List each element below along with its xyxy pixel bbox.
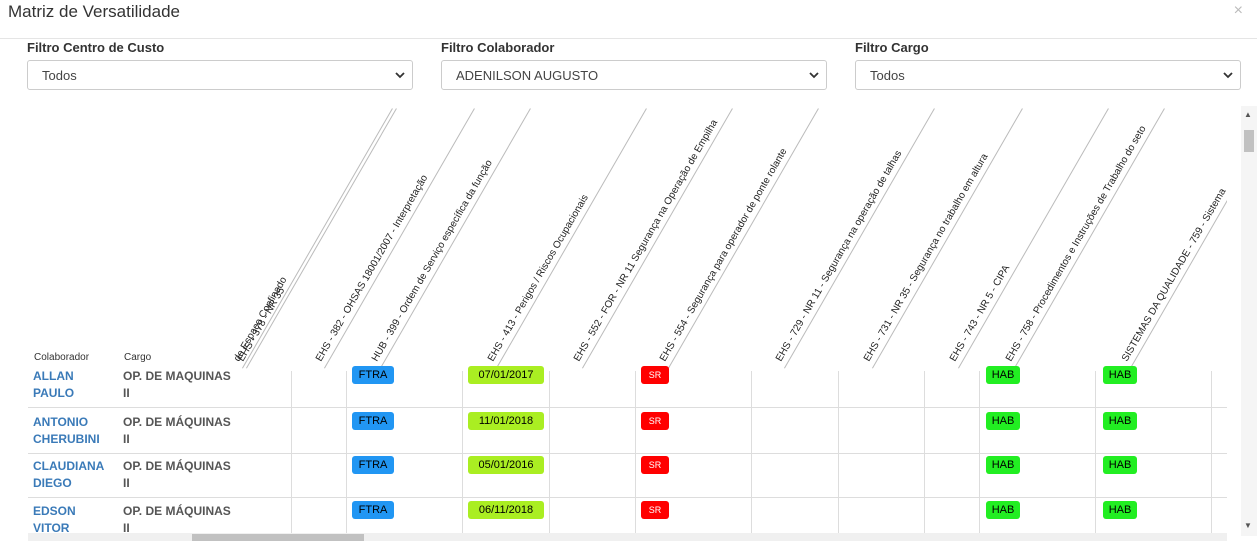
row-divider — [28, 453, 1227, 454]
hab-badge: HAB — [986, 366, 1020, 384]
modal-header: Matriz de Versatilidade × — [0, 0, 1257, 39]
employee-name-link[interactable]: EDSON VITOR — [33, 503, 113, 536]
centro-custo-select[interactable]: Todos — [27, 60, 413, 90]
date-badge: 11/01/2018 — [468, 412, 544, 430]
employee-name-link[interactable]: ALLAN PAULO — [33, 368, 113, 402]
filter-label: Filtro Cargo — [855, 40, 929, 55]
versatility-matrix: Colaborador Cargo de Espaço Confinado EHS… — [0, 106, 1227, 536]
select-value: Todos — [42, 68, 77, 83]
cargo-column-header: Cargo — [124, 352, 152, 363]
sr-badge: SR — [641, 456, 669, 474]
hab-badge: HAB — [1103, 501, 1137, 519]
ftra-badge: FTRA — [352, 366, 394, 384]
cargo-select[interactable]: Todos — [855, 60, 1241, 90]
date-badge: 05/01/2016 — [468, 456, 544, 474]
date-badge: 07/01/2017 — [468, 366, 544, 384]
course-column-header: EHS - 378 - NR 35 — [236, 285, 288, 364]
hab-badge: HAB — [986, 456, 1020, 474]
hab-badge: HAB — [986, 501, 1020, 519]
row-divider — [28, 407, 1227, 408]
employee-cargo: OP. DE MÁQUINAS II — [123, 459, 231, 490]
modal-title: Matriz de Versatilidade — [8, 2, 180, 21]
header-divider — [872, 108, 1023, 369]
ftra-badge: FTRA — [352, 456, 394, 474]
date-badge: 06/11/2018 — [468, 501, 544, 519]
course-column-header: EHS - 743 - NR 5 - CIPA — [948, 263, 1013, 364]
close-button[interactable]: × — [1234, 2, 1243, 20]
filter-colaborador: Filtro Colaborador ADENILSON AUGUSTO — [441, 40, 827, 90]
hab-badge: HAB — [1103, 366, 1137, 384]
course-column-header: SISTEMAS DA QUALIDADE - 759 - Sistema — [1120, 186, 1227, 364]
filter-label: Filtro Colaborador — [441, 40, 555, 55]
employee-cargo: OP. DE MAQUINAS II — [123, 369, 231, 400]
row-divider — [28, 497, 1227, 498]
course-column-header: HUB - 399 - Ordem de Serviço específica … — [370, 158, 495, 364]
filter-label: Filtro Centro de Custo — [27, 40, 165, 55]
hab-badge: HAB — [1103, 412, 1137, 430]
filter-cargo: Filtro Cargo Todos — [855, 40, 1241, 90]
horizontal-scrollbar[interactable] — [28, 533, 1227, 541]
scroll-thumb[interactable] — [192, 534, 364, 541]
scroll-up-icon[interactable]: ▲ — [1244, 110, 1252, 119]
scroll-down-icon[interactable]: ▼ — [1244, 521, 1252, 530]
course-column-header: EHS - 552 - FOR - NR 11 Segurança na Ope… — [572, 117, 721, 364]
colaborador-select[interactable]: ADENILSON AUGUSTO — [441, 60, 827, 90]
chevron-down-icon — [1223, 72, 1233, 79]
ftra-badge: FTRA — [352, 501, 394, 519]
header-divider — [496, 108, 647, 369]
header-divider — [784, 108, 935, 369]
chevron-down-icon — [395, 72, 405, 79]
course-column-header: EHS - 413 - Perigos / Riscos Ocupacionai… — [486, 192, 591, 364]
employee-cargo: OP. DE MÁQUINAS II — [123, 504, 231, 535]
sr-badge: SR — [641, 412, 669, 430]
sr-badge: SR — [641, 501, 669, 519]
select-value: Todos — [870, 68, 905, 83]
course-column-header: EHS - 382 - OHSAS 18001/2007 - Interpret… — [314, 173, 431, 364]
header-divider — [582, 108, 733, 369]
vertical-scrollbar[interactable]: ▲ ▼ — [1241, 106, 1257, 536]
header-divider — [246, 108, 397, 369]
filter-centro-custo: Filtro Centro de Custo Todos — [27, 40, 413, 90]
employee-name-link[interactable]: CLAUDIANA DIEGO — [33, 458, 113, 492]
sr-badge: SR — [641, 366, 669, 384]
scroll-thumb[interactable] — [1244, 130, 1254, 152]
employee-cargo: OP. DE MÁQUINAS II — [123, 415, 231, 446]
chevron-down-icon — [809, 72, 819, 79]
employee-name-link[interactable]: ANTONIO CHERUBINI — [33, 414, 113, 448]
colaborador-column-header: Colaborador — [34, 352, 90, 363]
hab-badge: HAB — [1103, 456, 1137, 474]
ftra-badge: FTRA — [352, 412, 394, 430]
select-value: ADENILSON AUGUSTO — [456, 68, 599, 83]
hab-badge: HAB — [986, 412, 1020, 430]
